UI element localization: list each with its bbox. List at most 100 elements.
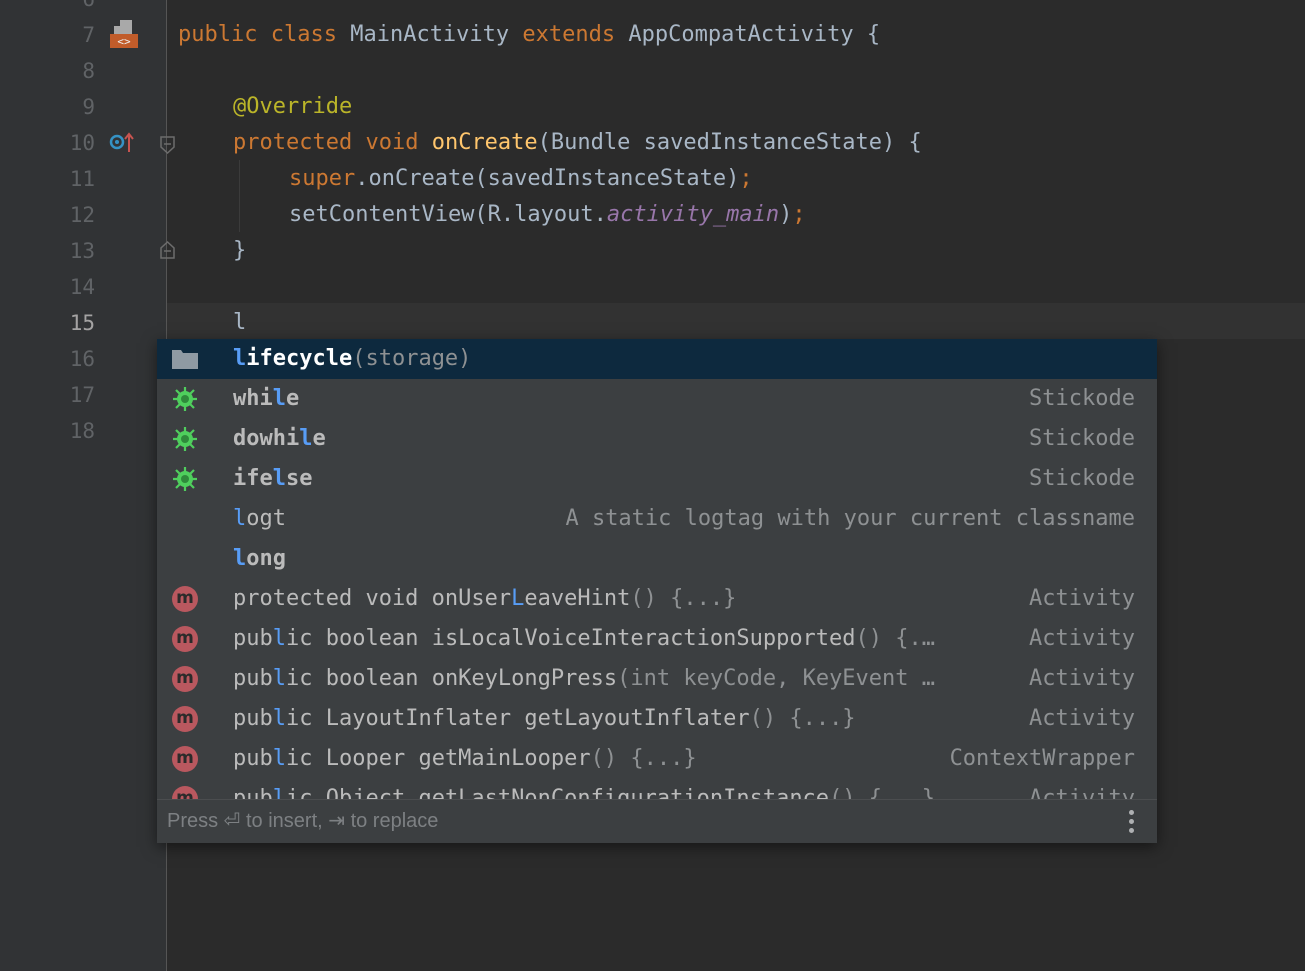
label-segment: pub — [233, 666, 273, 691]
label-segment: l — [272, 626, 286, 651]
bug-icon — [171, 425, 199, 453]
label-segment: () {...} — [749, 706, 856, 731]
label-segment: ic LayoutInflater getLayoutInflater — [286, 706, 750, 731]
indent-guide — [239, 160, 240, 232]
label-segment: () {...} — [630, 586, 737, 611]
line-number: 11 — [69, 167, 95, 191]
completion-item-label: dowhile — [233, 419, 326, 459]
label-segment: () {.… — [855, 626, 936, 651]
folder-icon — [171, 345, 199, 373]
completion-item-source: Stickode — [1029, 426, 1135, 451]
completion-item-source: Activity — [1029, 586, 1135, 611]
label-segment: pub — [233, 626, 273, 651]
line-number: 9 — [82, 95, 95, 119]
method-icon: m — [171, 585, 199, 613]
label-segment: L — [511, 586, 525, 611]
completion-item-label: lifecycle(storage) — [233, 339, 471, 379]
fold-start-icon[interactable] — [159, 135, 177, 155]
completion-item[interactable]: m public LayoutInflater getLayoutInflater… — [157, 699, 1157, 739]
completion-item[interactable]: m public boolean isLocalVoiceInteractionS… — [157, 619, 1157, 659]
completion-item[interactable]: while Stickode — [157, 379, 1157, 419]
line-number: 15 — [69, 311, 95, 335]
line-number: 18 — [69, 419, 95, 443]
completion-footer: Press ⏎ to insert, ⇥ to replace — [157, 799, 1157, 843]
line-number: 7 — [82, 23, 95, 47]
more-options-icon[interactable] — [1119, 807, 1143, 837]
svg-text:<>: <> — [117, 35, 131, 48]
brace: { — [866, 22, 881, 47]
label-segment: protected void onUser — [233, 586, 512, 611]
code-line-7[interactable]: public class MainActivity extends AppCom… — [178, 17, 880, 53]
completion-item-label: logt — [233, 499, 286, 539]
completion-item-source: Activity — [1029, 626, 1135, 651]
completion-item-label: public boolean onKeyLongPress(int keyCod… — [233, 659, 935, 699]
footer-hint: Press ⏎ to insert, ⇥ to replace — [167, 810, 439, 832]
line-number: 8 — [82, 59, 95, 83]
completion-item[interactable]: logt A static logtag with your current cl… — [157, 499, 1157, 539]
completion-item[interactable]: lifecycle(storage) — [157, 339, 1157, 379]
label-segment: l — [272, 386, 286, 411]
method-icon: m — [171, 745, 199, 773]
keyword: void — [365, 130, 419, 155]
method-name: onCreate — [431, 130, 538, 155]
keyword: class — [270, 22, 337, 47]
label-segment: (storage) — [352, 346, 472, 371]
completion-item-label: public LayoutInflater getLayoutInflater(… — [233, 699, 856, 739]
completion-item[interactable]: long — [157, 539, 1157, 579]
brace: } — [233, 238, 247, 263]
completion-item-label: long — [233, 539, 286, 579]
label-segment: ic boolean isLocalVoiceInteractionSuppor… — [286, 626, 856, 651]
code-line-13[interactable]: } — [233, 233, 246, 269]
method-icon: m — [171, 665, 199, 693]
label-segment: l — [272, 706, 286, 731]
completion-item[interactable]: dowhile Stickode — [157, 419, 1157, 459]
label-segment: l — [233, 506, 247, 531]
keyword: public — [178, 22, 258, 47]
label-segment: pub — [233, 706, 273, 731]
code-line-12[interactable]: setContentView(R.layout.activity_main); — [289, 197, 806, 233]
static-field: activity_main — [606, 202, 780, 227]
line-number: 17 — [69, 383, 95, 407]
call-expression: setContentView(R.layout. — [289, 202, 607, 227]
label-segment: l — [272, 466, 286, 491]
completion-item[interactable]: m protected void onUserLeaveHint() {...} A… — [157, 579, 1157, 619]
completion-popup[interactable]: lifecycle(storage) while Stickode dowhile St… — [157, 339, 1157, 843]
code-line-15[interactable]: l — [233, 305, 246, 341]
label-segment: l — [272, 746, 286, 771]
label-segment: ife — [233, 466, 273, 491]
completion-item[interactable]: ifelse Stickode — [157, 459, 1157, 499]
bug-icon — [171, 465, 199, 493]
code-line-11[interactable]: super.onCreate(savedInstanceState); — [289, 161, 753, 197]
completion-item-source: Activity — [1029, 706, 1135, 731]
label-segment: whi — [233, 386, 273, 411]
keyword: extends — [522, 22, 616, 47]
label-segment: e — [286, 386, 300, 411]
override-method-icon[interactable] — [108, 130, 138, 156]
code-line-10[interactable]: protected void onCreate(Bundle savedInst… — [233, 125, 922, 161]
label-segment: l — [299, 426, 313, 451]
code-line-9[interactable]: @Override — [233, 89, 352, 125]
label-segment: ifecycle — [246, 346, 353, 371]
label-segment: dowhi — [233, 426, 300, 451]
completion-item[interactable]: m public boolean onKeyLongPress(int keyCo… — [157, 659, 1157, 699]
line-number: 14 — [69, 275, 95, 299]
completion-item[interactable]: m public Looper getMainLooper() {...} Cont… — [157, 739, 1157, 779]
completion-item-label: public Looper getMainLooper() {...} — [233, 739, 697, 779]
completion-item-label: protected void onUserLeaveHint() {...} — [233, 579, 736, 619]
completion-item-label: public boolean isLocalVoiceInteractionSu… — [233, 619, 935, 659]
label-segment: l — [272, 666, 286, 691]
label-segment: ic boolean onKeyLongPress — [286, 666, 618, 691]
keyword: super — [289, 166, 356, 191]
completion-item-source: Stickode — [1029, 466, 1135, 491]
semicolon: ; — [792, 202, 806, 227]
label-segment: ogt — [246, 506, 286, 531]
current-line-highlight — [167, 303, 1305, 339]
line-number: 16 — [69, 347, 95, 371]
method-params: (Bundle savedInstanceState) { — [537, 130, 922, 155]
method-icon: m — [171, 705, 199, 733]
completion-item-source: Stickode — [1029, 386, 1135, 411]
activity-class-icon[interactable]: <> — [108, 18, 140, 50]
fold-end-icon[interactable] — [159, 240, 177, 260]
label-segment: se — [286, 466, 313, 491]
label-segment: e — [312, 426, 326, 451]
